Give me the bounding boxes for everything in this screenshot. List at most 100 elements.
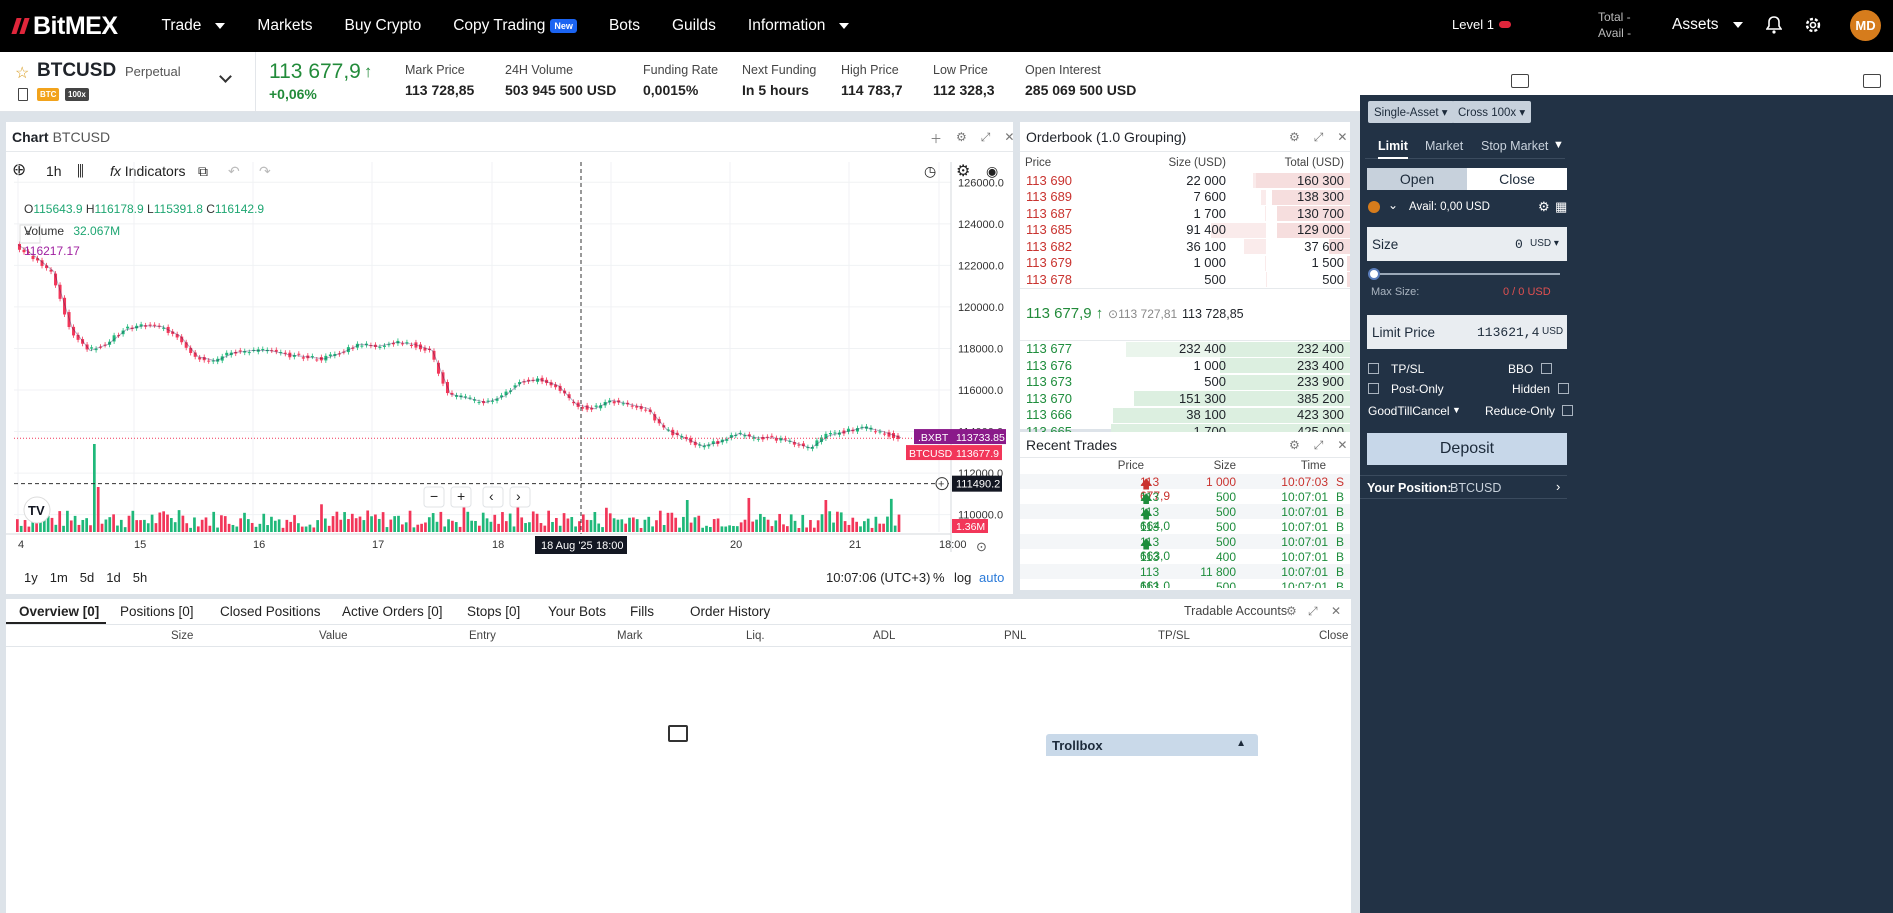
orderbook-row[interactable]: 113 679 1 000 1 500 — [1020, 255, 1350, 272]
tab-order-history[interactable]: Order History — [690, 604, 770, 619]
log-toggle[interactable]: log — [954, 570, 971, 585]
chevron-down-icon[interactable] — [219, 70, 232, 83]
orderbook-row[interactable]: 113 673 500 233 900 — [1020, 374, 1350, 391]
expand-icon[interactable]: ⤢ — [1314, 438, 1324, 453]
hidden-checkbox[interactable]: Hidden — [1512, 382, 1570, 396]
tab-closed-positions[interactable]: Closed Positions — [220, 604, 321, 619]
favorite-star-icon[interactable]: ☆ — [15, 63, 29, 83]
tradable-accounts-toggle[interactable]: Tradable Accounts — [1184, 604, 1287, 618]
range-1y[interactable]: 1y — [24, 570, 38, 585]
settings-gear-icon[interactable]: ⚙ — [1289, 438, 1300, 453]
layout-icon[interactable] — [1863, 74, 1881, 88]
slider-handle[interactable] — [1368, 268, 1380, 280]
size-input[interactable]: Size 0 USD ▾ — [1367, 227, 1567, 261]
open-toggle[interactable]: Open — [1367, 168, 1467, 190]
range-1m[interactable]: 1m — [50, 570, 68, 585]
volume-bar — [639, 527, 643, 532]
tpsl-checkbox[interactable]: TP/SL — [1368, 362, 1424, 376]
chevron-down-icon[interactable]: ⌄ — [1388, 198, 1398, 212]
settings-gear-icon[interactable]: ⚙ — [1289, 130, 1300, 145]
tab-market[interactable]: Market — [1425, 139, 1463, 153]
expand-icon[interactable]: ⤢ — [1314, 130, 1324, 145]
nav-item-buy-crypto[interactable]: Buy Crypto — [345, 17, 422, 35]
close-toggle[interactable]: Close — [1467, 168, 1567, 190]
orderbook-row[interactable]: 113 682 36 100 37 600 — [1020, 238, 1350, 255]
tab-stops[interactable]: Stops [0] — [467, 604, 520, 619]
volume-bar — [728, 525, 731, 532]
reduce-only-checkbox[interactable]: Reduce-Only — [1485, 404, 1574, 418]
calculator-icon[interactable]: ▦ — [1555, 199, 1567, 215]
orderbook-row[interactable]: 113 678 500 500 — [1020, 271, 1350, 288]
settings-gear-icon[interactable]: ⚙ — [956, 130, 967, 147]
nav-item-guilds[interactable]: Guilds — [672, 17, 716, 35]
tab-limit[interactable]: Limit — [1378, 139, 1408, 159]
time-settings-icon[interactable]: ⊙ — [976, 539, 987, 554]
orderbook-row[interactable]: 113 689 7 600 138 300 — [1020, 189, 1350, 206]
nav-item-bots[interactable]: Bots — [609, 17, 640, 35]
chevron-up-icon: ▲ — [1236, 738, 1246, 749]
tab-positions[interactable]: Positions [0] — [120, 604, 194, 619]
chevron-right-icon: › — [1556, 479, 1561, 494]
tab-stop-market[interactable]: Stop Market — [1481, 139, 1548, 153]
close-icon[interactable]: ✕ — [1004, 130, 1014, 147]
expand-icon[interactable]: ⤢ — [981, 130, 991, 147]
orderbook-row[interactable]: 113 687 1 700 130 700 — [1020, 205, 1350, 222]
orderbook-row[interactable]: 113 666 38 100 423 300 — [1020, 407, 1350, 424]
add-icon[interactable]: ＋ — [930, 130, 942, 147]
assets-menu[interactable]: Assets — [1672, 16, 1743, 34]
crosshair-time-label: 18:00 — [596, 540, 624, 552]
bitmex-logo[interactable]: BitMEX — [11, 12, 118, 41]
auto-toggle[interactable]: auto — [979, 570, 1004, 585]
tab-fills[interactable]: Fills — [630, 604, 654, 619]
orderbook-row[interactable]: 113 677 232 400 232 400 — [1020, 341, 1350, 358]
range-1d[interactable]: 1d — [106, 570, 120, 585]
close-icon[interactable]: ✕ — [1331, 604, 1341, 618]
nav-item-markets[interactable]: Markets — [257, 17, 312, 35]
symbol-selector[interactable]: ☆ BTCUSD Perpetual BTC 100x — [0, 52, 256, 111]
post-only-checkbox[interactable]: Post-Only — [1368, 382, 1444, 396]
margin-mode-select[interactable]: Single-Asset ▾ — [1368, 101, 1454, 123]
percent-toggle[interactable]: % — [933, 570, 945, 585]
tab-your-bots[interactable]: Your Bots — [548, 604, 606, 619]
nav-item-trade[interactable]: Trade — [162, 17, 226, 35]
depth-bar — [1347, 255, 1350, 271]
keyboard-icon[interactable] — [1511, 74, 1529, 88]
tab-active-orders[interactable]: Active Orders [0] — [342, 604, 443, 619]
settings-gear-icon[interactable] — [1804, 16, 1822, 34]
settings-gear-icon[interactable]: ⚙ — [1538, 199, 1550, 215]
available-balance: Avail - — [1598, 26, 1632, 40]
close-icon[interactable]: ✕ — [1337, 438, 1347, 453]
trollbox-bar[interactable]: Trollbox ▲ — [1046, 734, 1258, 756]
notifications-bell-icon[interactable] — [1766, 16, 1782, 34]
account-level[interactable]: Level 1 — [1452, 17, 1511, 32]
user-avatar[interactable]: MD — [1850, 10, 1881, 41]
time-in-force-select[interactable]: GoodTillCancel — [1368, 404, 1450, 418]
x-tick-label: 15 — [134, 539, 146, 551]
tab-overview[interactable]: Overview [0] — [19, 604, 99, 619]
trade-row: 113 661,040010:07:01B — [1140, 550, 1344, 578]
your-position-bar[interactable]: Your Position: BTCUSD › — [1360, 475, 1567, 499]
bbo-checkbox[interactable]: BBO — [1508, 362, 1553, 376]
volume-bar — [605, 507, 608, 532]
candle-body — [360, 345, 364, 347]
limit-price-input[interactable]: Limit Price 113621,4 USD — [1367, 315, 1567, 349]
orderbook-row[interactable]: 113 670 151 300 385 200 — [1020, 390, 1350, 407]
chevron-down-icon[interactable]: ▼ — [1553, 139, 1564, 151]
deposit-button[interactable]: Deposit — [1367, 433, 1567, 465]
orderbook-row[interactable]: 113 690 22 000 160 300 — [1020, 172, 1350, 189]
range-5h[interactable]: 5h — [133, 570, 147, 585]
settings-gear-icon[interactable]: ⚙ — [1286, 604, 1297, 618]
chart-clock: 10:07:06 (UTC+3) — [826, 570, 931, 585]
leverage-select[interactable]: Cross 100x ▾ — [1452, 101, 1532, 123]
document-icon[interactable] — [18, 88, 28, 101]
size-slider[interactable] — [1374, 273, 1560, 275]
nav-item-copy-trading[interactable]: Copy Trading New — [453, 17, 577, 35]
close-icon[interactable]: ✕ — [1337, 130, 1347, 145]
stat-next-funding: Next Funding In 5 hours — [742, 63, 817, 98]
nav-item-information[interactable]: Information — [748, 17, 850, 35]
expand-icon[interactable]: ⤢ — [1308, 604, 1318, 619]
range-5d[interactable]: 5d — [80, 570, 94, 585]
orderbook-row[interactable]: 113 676 1 000 233 400 — [1020, 357, 1350, 374]
volume-bar — [189, 527, 192, 532]
orderbook-row[interactable]: 113 685 91 400 129 000 — [1020, 222, 1350, 239]
